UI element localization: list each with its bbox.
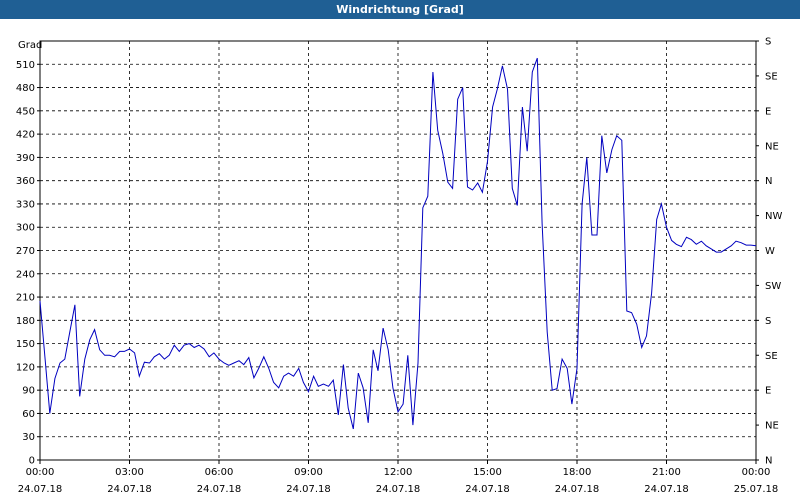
x-tick-time: 00:00 <box>742 467 771 478</box>
x-tick-date: 24.07.18 <box>197 484 242 495</box>
y-tick-label: 390 <box>16 153 35 164</box>
x-tick-time: 00:00 <box>26 467 55 478</box>
right-axis-label: NW <box>765 211 782 222</box>
y-tick-label: 30 <box>22 432 35 443</box>
right-axis-label: N <box>765 176 772 187</box>
right-axis-label: E <box>765 386 771 397</box>
y-tick-label: 330 <box>16 199 35 210</box>
right-axis-label: E <box>765 106 771 117</box>
y-tick-label: 300 <box>16 223 35 234</box>
y-tick-label: 150 <box>16 339 35 350</box>
y-tick-label: 480 <box>16 83 35 94</box>
y-tick-label: 210 <box>16 293 35 304</box>
x-tick-date: 24.07.18 <box>644 484 689 495</box>
x-tick-time: 03:00 <box>115 467 144 478</box>
x-tick-date: 24.07.18 <box>555 484 600 495</box>
right-axis-label: SE <box>765 71 778 82</box>
axes: 0 30 60 90 120 150 180 210 240 270 300 330 360 390 420… <box>16 37 783 496</box>
x-tick-date: 24.07.18 <box>376 484 421 495</box>
x-tick-date: 25.07.18 <box>734 484 779 495</box>
y-tick-label: 60 <box>22 409 35 420</box>
y-tick-label: 270 <box>16 246 35 257</box>
right-axis-label: S <box>765 316 771 327</box>
right-axis-label: N <box>765 456 772 467</box>
x-tick-time: 18:00 <box>563 467 592 478</box>
wind-direction-chart: 0 30 60 90 120 150 180 210 240 270 300 330 360 390 420… <box>16 37 783 496</box>
x-tick-date: 24.07.18 <box>465 484 510 495</box>
y-tick-label: 420 <box>16 130 35 141</box>
y-tick-label: 90 <box>22 386 35 397</box>
y-tick-label: 450 <box>16 106 35 117</box>
x-tick-time: 09:00 <box>294 467 323 478</box>
right-axis-label: NE <box>765 141 779 152</box>
y-tick-label: 120 <box>16 362 35 373</box>
y-tick-label: 180 <box>16 316 35 327</box>
x-tick-time: 12:00 <box>384 467 413 478</box>
y-tick-label: 0 <box>29 456 35 467</box>
y-tick-label: 510 <box>16 60 35 71</box>
x-tick-date: 24.07.18 <box>18 484 63 495</box>
y-tick-label: 360 <box>16 176 35 187</box>
right-axis-label: S <box>765 37 771 48</box>
chart-title: Windrichtung [Grad] <box>0 0 800 19</box>
right-axis-label: W <box>765 246 775 257</box>
x-tick-time: 21:00 <box>652 467 681 478</box>
grid-lines <box>40 41 756 460</box>
right-axis-label: SE <box>765 351 778 362</box>
right-axis-label: NE <box>765 421 779 432</box>
x-tick-date: 24.07.18 <box>286 484 331 495</box>
right-axis-label: SW <box>765 281 781 292</box>
x-tick-time: 15:00 <box>473 467 502 478</box>
x-tick-date: 24.07.18 <box>107 484 152 495</box>
y-axis-label: Grad <box>18 40 42 51</box>
y-tick-label: 240 <box>16 269 35 280</box>
x-tick-time: 06:00 <box>205 467 234 478</box>
